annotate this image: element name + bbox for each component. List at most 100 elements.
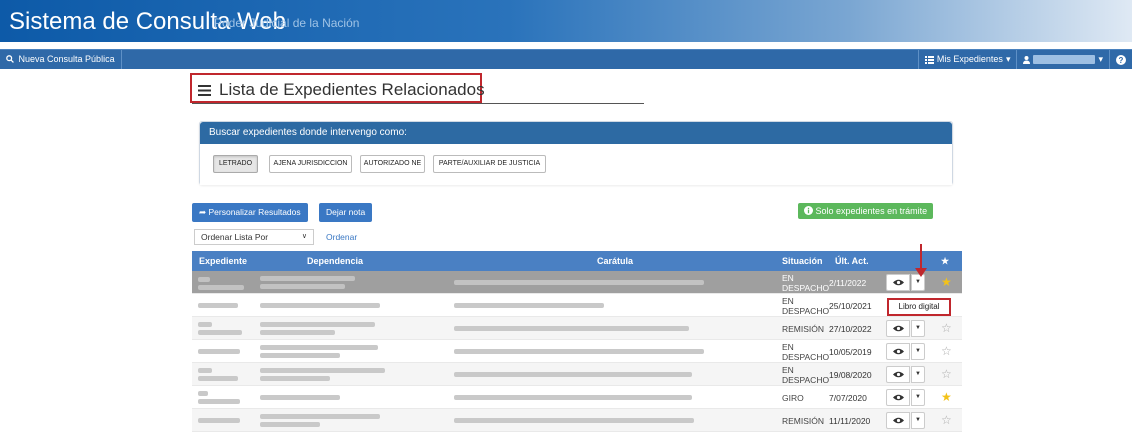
panel-body: LETRADO AJENA JURISDICCION AUTORIZADO NE… xyxy=(200,144,952,185)
redacted-dependencia xyxy=(260,276,355,281)
title-underline xyxy=(192,103,644,104)
redacted-dependencia xyxy=(260,322,375,327)
chip-parte-auxiliar[interactable]: PARTE/AUXILIAR DE JUSTICIA xyxy=(433,155,546,173)
situacion-line-1: GIRO xyxy=(782,393,804,403)
redacted-expediente xyxy=(198,285,244,290)
row-dropdown-toggle[interactable]: ▼ xyxy=(911,366,925,383)
view-button[interactable] xyxy=(886,274,910,291)
list-icon xyxy=(924,55,934,64)
user-menu[interactable]: ▾ xyxy=(1016,50,1109,69)
situacion-line-1: EN xyxy=(782,365,794,375)
chevron-down-icon: ∨ xyxy=(301,233,307,240)
last-update: 27/10/2022 xyxy=(829,324,872,334)
redacted-expediente xyxy=(198,391,208,396)
help-button[interactable]: ? xyxy=(1109,50,1132,69)
user-icon xyxy=(1023,55,1031,64)
panel-heading: Buscar expedientes donde intervengo como… xyxy=(200,122,952,144)
redacted-dependencia xyxy=(260,368,385,373)
last-update: 25/10/2021 xyxy=(829,301,872,311)
redacted-caratula xyxy=(454,326,689,331)
table-row[interactable]: REMISIÓN 11/11/2020 ▼ ☆ xyxy=(192,409,962,432)
redacted-expediente xyxy=(198,303,238,308)
eye-icon xyxy=(892,279,904,286)
situacion-line-1: EN xyxy=(782,273,794,283)
table-row[interactable]: EN DESPACHO 19/08/2020 ▼ ☆ xyxy=(192,363,962,386)
case-table: Expediente Dependencia Carátula Situació… xyxy=(192,251,962,432)
my-files-label: Mis Expedientes xyxy=(936,54,1003,64)
last-update: 2/11/2022 xyxy=(829,278,867,288)
new-query-link[interactable]: Nueva Consulta Pública xyxy=(0,50,122,69)
favorite-star-icon[interactable]: ☆ xyxy=(941,414,952,426)
redacted-expediente xyxy=(198,322,212,327)
col-dependencia[interactable]: Dependencia xyxy=(307,251,363,271)
favorite-star-icon[interactable]: ★ xyxy=(941,391,952,403)
situacion-line-2: DESPACHO xyxy=(782,306,830,316)
top-navbar: Nueva Consulta Pública Mis Expedientes ▾… xyxy=(0,49,1132,69)
table-row[interactable]: EN DESPACHO 25/10/2021 xyxy=(192,294,962,317)
chip-letrado[interactable]: LETRADO xyxy=(213,155,258,173)
table-row[interactable]: REMISIÓN 27/10/2022 ▼ ☆ xyxy=(192,317,962,340)
digital-book-menu-item[interactable]: Libro digital xyxy=(887,298,951,316)
annotation-arrow-shaft xyxy=(920,244,922,271)
col-situacion[interactable]: Situación xyxy=(782,251,823,271)
row-dropdown-toggle[interactable]: ▼ xyxy=(911,343,925,360)
eye-icon xyxy=(892,348,904,355)
my-files-menu[interactable]: Mis Expedientes ▾ xyxy=(917,50,1017,69)
redacted-dependencia xyxy=(260,422,320,427)
caret-down-icon: ▾ xyxy=(1098,54,1103,64)
situacion-line-1: EN xyxy=(782,342,794,352)
redacted-expediente xyxy=(198,399,240,404)
favorite-star-icon[interactable]: ★ xyxy=(941,276,952,288)
hamburger-icon xyxy=(198,84,211,96)
redacted-expediente xyxy=(198,330,242,335)
svg-text:?: ? xyxy=(1119,56,1124,65)
redacted-caratula xyxy=(454,418,694,423)
search-icon xyxy=(6,55,14,63)
row-dropdown-toggle[interactable]: ▼ xyxy=(911,412,925,429)
view-button[interactable] xyxy=(886,343,910,360)
new-query-label: Nueva Consulta Pública xyxy=(18,54,115,64)
help-icon: ? xyxy=(1116,54,1126,65)
view-button[interactable] xyxy=(886,389,910,406)
situacion-line-2: DESPACHO xyxy=(782,283,830,293)
row-dropdown-toggle[interactable]: ▼ xyxy=(911,320,925,337)
table-row[interactable]: EN DESPACHO 10/05/2019 ▼ ☆ xyxy=(192,340,962,363)
eye-icon xyxy=(892,394,904,401)
table-row[interactable]: GIRO 7/07/2020 ▼ ★ xyxy=(192,386,962,409)
annotation-arrow-head xyxy=(915,268,927,277)
share-arrow-icon: ➦ xyxy=(199,207,207,217)
redacted-caratula xyxy=(454,372,692,377)
col-expediente[interactable]: Expediente xyxy=(199,251,247,271)
eye-icon xyxy=(892,371,904,378)
chip-autorizado-ne[interactable]: AUTORIZADO NE xyxy=(360,155,425,173)
redacted-dependencia xyxy=(260,303,380,308)
sort-link[interactable]: Ordenar xyxy=(326,232,357,242)
redacted-dependencia xyxy=(260,284,345,289)
navbar-right: Mis Expedientes ▾ ▾ ? xyxy=(917,50,1132,69)
app-subtitle: Poder Judicial de la Nación xyxy=(214,16,360,30)
redacted-caratula xyxy=(454,349,704,354)
col-favorite-star[interactable]: ★ xyxy=(941,251,949,271)
redacted-caratula xyxy=(454,303,604,308)
only-active-toggle[interactable]: Solo expedientes en trámite xyxy=(798,203,934,219)
view-button[interactable] xyxy=(886,412,910,429)
customize-results-button[interactable]: ➦ Personalizar Resultados xyxy=(192,203,308,222)
last-update: 11/11/2020 xyxy=(829,416,871,426)
table-row[interactable]: EN DESPACHO 2/11/2022 ▼ ★ xyxy=(192,271,962,294)
view-button[interactable] xyxy=(886,320,910,337)
row-dropdown-toggle[interactable]: ▼ xyxy=(911,389,925,406)
favorite-star-icon[interactable]: ☆ xyxy=(941,368,952,380)
redacted-caratula xyxy=(454,280,704,285)
leave-note-button[interactable]: Dejar nota xyxy=(319,203,373,222)
col-ult-act[interactable]: Últ. Act. xyxy=(835,251,869,271)
last-update: 7/07/2020 xyxy=(829,393,867,403)
sort-by-select[interactable]: Ordenar Lista Por ∨ xyxy=(194,229,314,245)
redacted-dependencia xyxy=(260,376,330,381)
view-button[interactable] xyxy=(886,366,910,383)
col-caratula[interactable]: Carátula xyxy=(597,251,633,271)
favorite-star-icon[interactable]: ☆ xyxy=(941,322,952,334)
info-icon xyxy=(804,206,813,215)
redacted-dependencia xyxy=(260,414,380,419)
chip-ajena-jurisdiccion[interactable]: AJENA JURISDICCION xyxy=(269,155,352,173)
favorite-star-icon[interactable]: ☆ xyxy=(941,345,952,357)
